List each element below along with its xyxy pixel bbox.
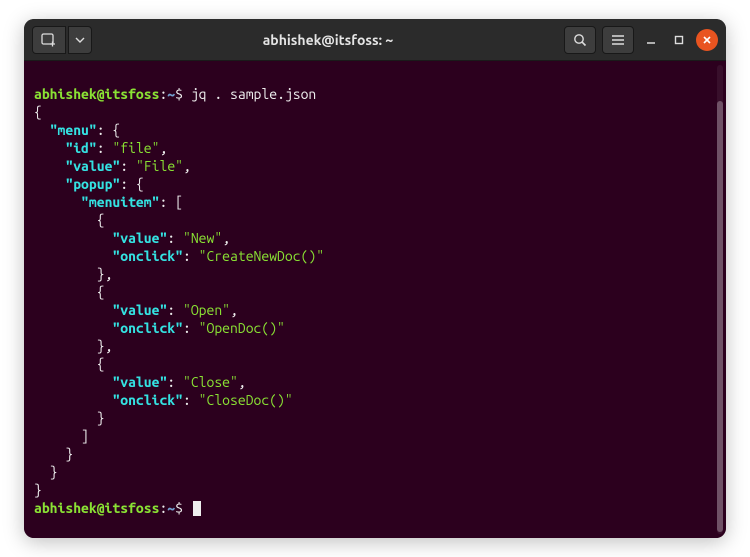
close-button[interactable]	[696, 29, 718, 51]
minimize-button[interactable]	[640, 29, 662, 51]
json-brace: {	[34, 104, 42, 120]
json-string: "Close"	[183, 374, 238, 390]
terminal-window: abhishek@itsfoss: ~ abhishek@itsfoss:~$ …	[24, 19, 726, 538]
new-tab-icon	[41, 33, 57, 47]
search-button[interactable]	[564, 26, 596, 54]
scrollbar[interactable]	[717, 65, 723, 534]
json-key: "value"	[65, 158, 120, 174]
search-icon	[573, 33, 587, 47]
maximize-button[interactable]	[668, 29, 690, 51]
prompt-path: ~	[167, 86, 175, 102]
json-string: "file"	[112, 140, 159, 156]
json-key: "value"	[112, 230, 167, 246]
json-key: "onclick"	[112, 248, 183, 264]
json-key: "value"	[112, 374, 167, 390]
chevron-down-icon	[75, 37, 85, 43]
json-key: "popup"	[65, 176, 120, 192]
json-string: "Open"	[183, 302, 230, 318]
json-string: "File"	[136, 158, 183, 174]
json-string: "CloseDoc()"	[199, 392, 293, 408]
command-text: jq . sample.json	[191, 86, 316, 102]
prompt-symbol: $	[175, 500, 183, 516]
titlebar: abhishek@itsfoss: ~	[24, 19, 726, 61]
prompt-path: ~	[167, 500, 175, 516]
hamburger-menu-button[interactable]	[602, 26, 634, 54]
prompt-user: abhishek@itsfoss	[34, 86, 159, 102]
tab-menu-button[interactable]	[68, 26, 92, 54]
prompt-user: abhishek@itsfoss	[34, 500, 159, 516]
new-tab-button[interactable]	[32, 26, 66, 54]
scrollbar-thumb[interactable]	[717, 101, 723, 532]
window-title: abhishek@itsfoss: ~	[98, 32, 558, 48]
prompt-symbol: $	[175, 86, 183, 102]
json-string: "New"	[183, 230, 222, 246]
json-string: "OpenDoc()"	[199, 320, 285, 336]
titlebar-left-group	[32, 26, 92, 54]
cursor	[193, 501, 201, 516]
json-key: "menu"	[50, 122, 97, 138]
json-key: "menuitem"	[81, 194, 159, 210]
json-key: "value"	[112, 302, 167, 318]
maximize-icon	[673, 34, 685, 46]
json-key: "onclick"	[112, 392, 183, 408]
json-string: "CreateNewDoc()"	[199, 248, 324, 264]
terminal-body[interactable]: abhishek@itsfoss:~$ jq . sample.json { "…	[24, 61, 726, 538]
json-key: "onclick"	[112, 320, 183, 336]
minimize-icon	[645, 34, 657, 46]
titlebar-right-group	[564, 26, 718, 54]
close-icon	[702, 35, 712, 45]
hamburger-icon	[611, 34, 625, 46]
json-key: "id"	[65, 140, 96, 156]
